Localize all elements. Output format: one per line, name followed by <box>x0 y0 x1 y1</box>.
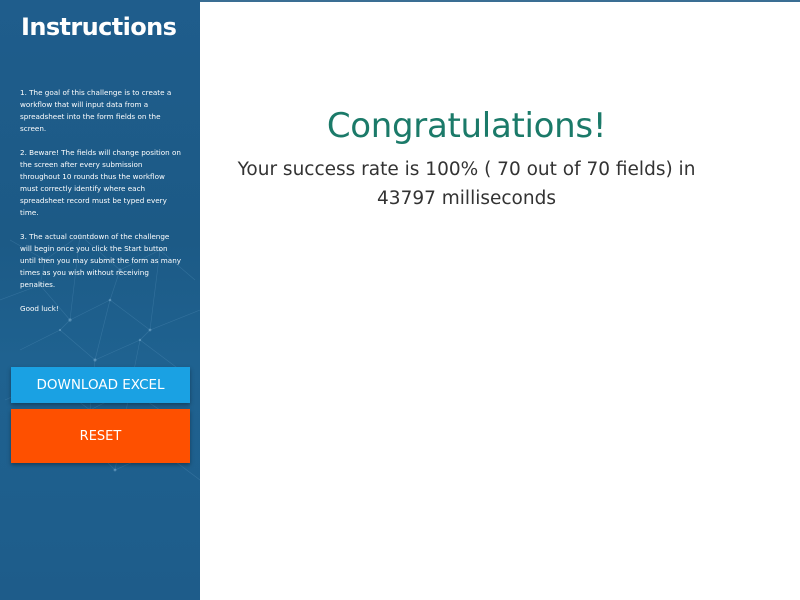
sidebar-title: Instructions <box>21 13 177 41</box>
download-excel-button[interactable]: DOWNLOAD EXCEL <box>11 367 190 403</box>
success-rate-line: Your success rate is 100% ( 70 out of 70… <box>237 159 696 180</box>
top-border <box>200 0 800 2</box>
instruction-item: 1. The goal of this challenge is to crea… <box>20 88 172 133</box>
reset-button[interactable]: RESET <box>11 409 190 463</box>
instructions-text: 1. The goal of this challenge is to crea… <box>20 87 182 327</box>
instruction-item: 3. The actual countdown of the challenge… <box>20 232 182 289</box>
instruction-item: 2. Beware! The fields will change positi… <box>20 148 181 217</box>
instruction-item: Good luck! <box>20 304 59 313</box>
elapsed-time-line: 43797 milliseconds <box>377 188 556 209</box>
instructions-sidebar: Instructions 1. The goal of this challen… <box>0 0 200 600</box>
success-rate-message: Your success rate is 100% ( 70 out of 70… <box>200 155 733 213</box>
congratulations-heading: Congratulations! <box>326 106 607 146</box>
